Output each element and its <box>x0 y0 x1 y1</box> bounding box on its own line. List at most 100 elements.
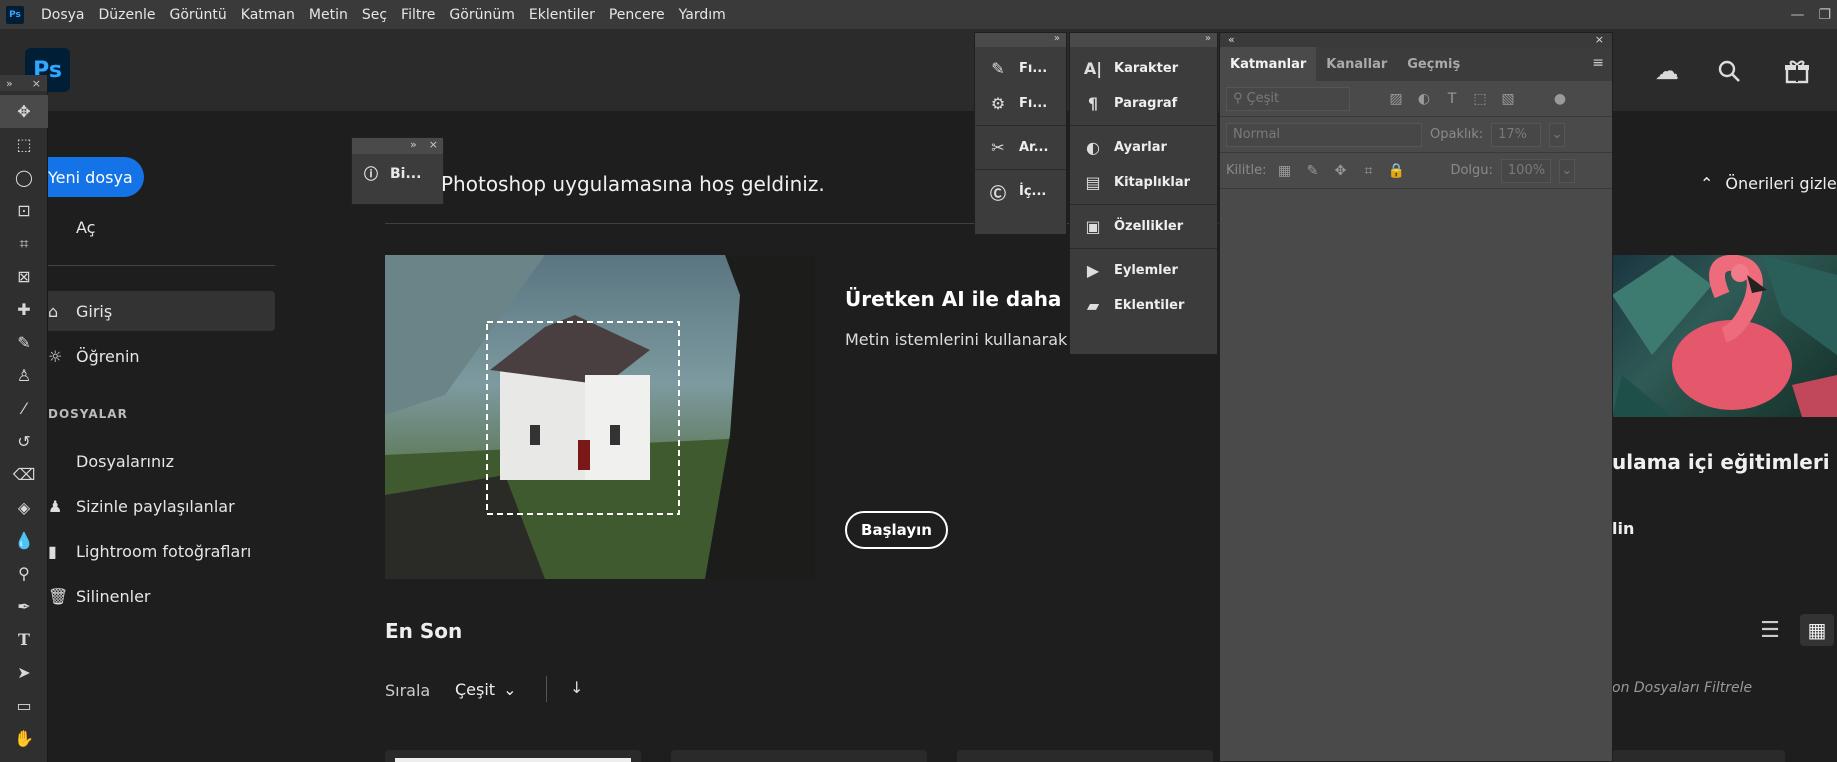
clone-stamp-tool-icon[interactable]: ♙ <box>0 359 48 392</box>
recent-filter-input[interactable]: on Dosyaları Filtrele <box>1612 680 1752 696</box>
close-icon[interactable]: × <box>32 77 41 90</box>
recent-file-thumbnail[interactable] <box>1612 750 1785 762</box>
close-icon[interactable]: × <box>1595 33 1604 47</box>
filter-toggle-icon[interactable]: ● <box>1550 91 1570 107</box>
blend-mode-select[interactable]: Normal <box>1226 122 1422 147</box>
lasso-tool-icon[interactable]: ◯ <box>0 161 48 194</box>
expand-icon[interactable]: » <box>410 138 417 154</box>
chevron-down-icon[interactable]: ⌄ <box>1549 122 1566 147</box>
dock-titlebar[interactable]: » <box>975 33 1066 47</box>
sidebar-item-your-files[interactable]: Dosyalarınız <box>48 441 174 481</box>
layer-kind-filter[interactable]: ⚲ Çeşit <box>1226 86 1350 111</box>
healing-brush-tool-icon[interactable]: ✚ <box>0 293 48 326</box>
menu-gorunum[interactable]: Görünüm <box>442 7 521 23</box>
frame-tool-icon[interactable]: ⊠ <box>0 260 48 293</box>
dock-item-tools[interactable]: ✂ Ar... <box>975 130 1066 165</box>
dock-item-properties[interactable]: ▣ Özellikler <box>1070 209 1217 244</box>
sort-direction-icon[interactable]: ↓ <box>570 678 583 697</box>
move-tool-icon[interactable]: ✥ <box>0 95 48 128</box>
crop-tool-icon[interactable]: ⌗ <box>0 227 48 260</box>
fill-input[interactable]: 100% <box>1500 158 1551 183</box>
history-brush-tool-icon[interactable]: ↺ <box>0 425 48 458</box>
menu-goruntu[interactable]: Görüntü <box>163 7 234 23</box>
menu-filtre[interactable]: Filtre <box>394 7 442 23</box>
dock-item-adjustments[interactable]: ◐ Ayarlar <box>1070 130 1217 165</box>
path-select-tool-icon[interactable]: ➤ <box>0 656 48 689</box>
hide-suggestions-button[interactable]: ⌃ Önerileri gizle <box>1700 174 1837 193</box>
expand-icon[interactable]: » <box>1205 33 1211 47</box>
tab-channels[interactable]: Kanallar <box>1316 47 1397 81</box>
object-select-tool-icon[interactable]: ⊡ <box>0 194 48 227</box>
dock-item-brush-settings[interactable]: ⚙ Fı... <box>975 86 1066 121</box>
type-tool-icon[interactable]: T <box>0 623 48 656</box>
search-icon[interactable] <box>1712 56 1746 86</box>
dock-item-content[interactable]: Ⓒ İç... <box>975 174 1066 209</box>
image-filter-icon[interactable]: ▨ <box>1386 91 1406 107</box>
list-view-icon[interactable]: ☰ <box>1755 616 1785 644</box>
new-file-button[interactable]: Yeni dosya <box>38 157 144 197</box>
dock-item-brushes[interactable]: ✎ Fı... <box>975 51 1066 86</box>
rectangle-tool-icon[interactable]: ▭ <box>0 689 48 722</box>
restore-icon[interactable]: ❐ <box>1818 7 1831 23</box>
lock-pixels-icon[interactable]: ✎ <box>1302 163 1322 179</box>
dock-item-actions[interactable]: ▶ Eylemler <box>1070 253 1217 288</box>
menu-dosya[interactable]: Dosya <box>34 7 92 23</box>
tab-history[interactable]: Geçmiş <box>1397 47 1470 81</box>
menu-metin[interactable]: Metin <box>302 7 355 23</box>
sidebar-item-home[interactable]: ⌂ Giriş <box>48 291 112 331</box>
tab-layers[interactable]: Katmanlar <box>1220 47 1317 81</box>
eyedropper-tool-icon[interactable]: ⁄ <box>0 392 48 425</box>
sidebar-item-open[interactable]: Aç <box>48 207 95 247</box>
gift-icon[interactable] <box>1780 56 1814 86</box>
menu-eklentiler[interactable]: Eklentiler <box>522 7 602 23</box>
lock-all-icon[interactable]: 🔒 <box>1386 163 1406 179</box>
info-panel-button[interactable]: ⓘ Bi... <box>352 154 443 194</box>
grid-view-icon[interactable]: ▦ <box>1800 614 1834 646</box>
panel-menu-icon[interactable]: ≡ <box>1592 55 1604 71</box>
menu-sec[interactable]: Seç <box>355 7 394 23</box>
sidebar-item-learn[interactable]: ☼ Öğrenin <box>48 336 140 376</box>
dock-titlebar[interactable]: » <box>1070 33 1217 47</box>
menu-duzenle[interactable]: Düzenle <box>92 7 163 23</box>
menu-pencere[interactable]: Pencere <box>602 7 672 23</box>
brush-tool-icon[interactable]: ✎ <box>0 326 48 359</box>
opacity-input[interactable]: 17% <box>1491 122 1542 147</box>
get-started-button[interactable]: Başlayın <box>845 511 948 549</box>
type-filter-icon[interactable]: T <box>1442 91 1462 107</box>
recent-file-thumbnail[interactable] <box>671 750 927 762</box>
recent-file-thumbnail[interactable] <box>385 750 641 762</box>
blur-tool-icon[interactable]: 💧 <box>0 524 48 557</box>
menu-katman[interactable]: Katman <box>234 7 302 23</box>
minimize-icon[interactable]: — <box>1790 7 1804 23</box>
dock-item-libraries[interactable]: ▤ Kitaplıklar <box>1070 165 1217 200</box>
tools-panel-titlebar[interactable]: » × <box>0 75 47 91</box>
dodge-tool-icon[interactable]: ⚲ <box>0 557 48 590</box>
lock-artboard-icon[interactable]: ⌗ <box>1358 163 1378 179</box>
dock-item-plugins[interactable]: ▰ Eklentiler <box>1070 288 1217 323</box>
expand-icon[interactable]: » <box>1054 33 1060 47</box>
marquee-tool-icon[interactable]: ⬚ <box>0 128 48 161</box>
sort-dropdown[interactable]: Çeşit ⌄ <box>455 680 516 699</box>
collapse-icon[interactable]: » <box>6 77 13 90</box>
lock-position-icon[interactable]: ✥ <box>1330 163 1350 179</box>
recent-file-thumbnail[interactable] <box>957 750 1213 762</box>
sidebar-item-deleted[interactable]: 🗑 Silinenler <box>48 576 150 616</box>
shape-filter-icon[interactable]: ⬚ <box>1470 91 1490 107</box>
menu-yardim[interactable]: Yardım <box>672 7 733 23</box>
dock-item-paragraph[interactable]: ¶ Paragraf <box>1070 86 1217 121</box>
cloud-icon[interactable]: ☁ <box>1650 56 1684 86</box>
paint-bucket-tool-icon[interactable]: ◈ <box>0 491 48 524</box>
hand-tool-icon[interactable]: ✋ <box>0 722 48 755</box>
adjustment-filter-icon[interactable]: ◐ <box>1414 91 1434 107</box>
sidebar-item-shared[interactable]: ♟ Sizinle paylaşılanlar <box>48 486 235 526</box>
dock-item-character[interactable]: A| Karakter <box>1070 51 1217 86</box>
eraser-tool-icon[interactable]: ⌫ <box>0 458 48 491</box>
close-icon[interactable]: × <box>429 138 438 154</box>
lock-transparency-icon[interactable]: ▦ <box>1274 163 1294 179</box>
layers-panel-titlebar[interactable]: « × <box>1220 33 1612 47</box>
floating-panel-titlebar[interactable]: » × <box>352 138 443 154</box>
sidebar-item-lightroom[interactable]: ▮ Lightroom fotoğrafları <box>48 531 251 571</box>
smart-object-filter-icon[interactable]: ▧ <box>1498 91 1518 107</box>
tutorials-link[interactable]: lin <box>1612 519 1634 538</box>
chevron-down-icon[interactable]: ⌄ <box>1558 158 1575 183</box>
